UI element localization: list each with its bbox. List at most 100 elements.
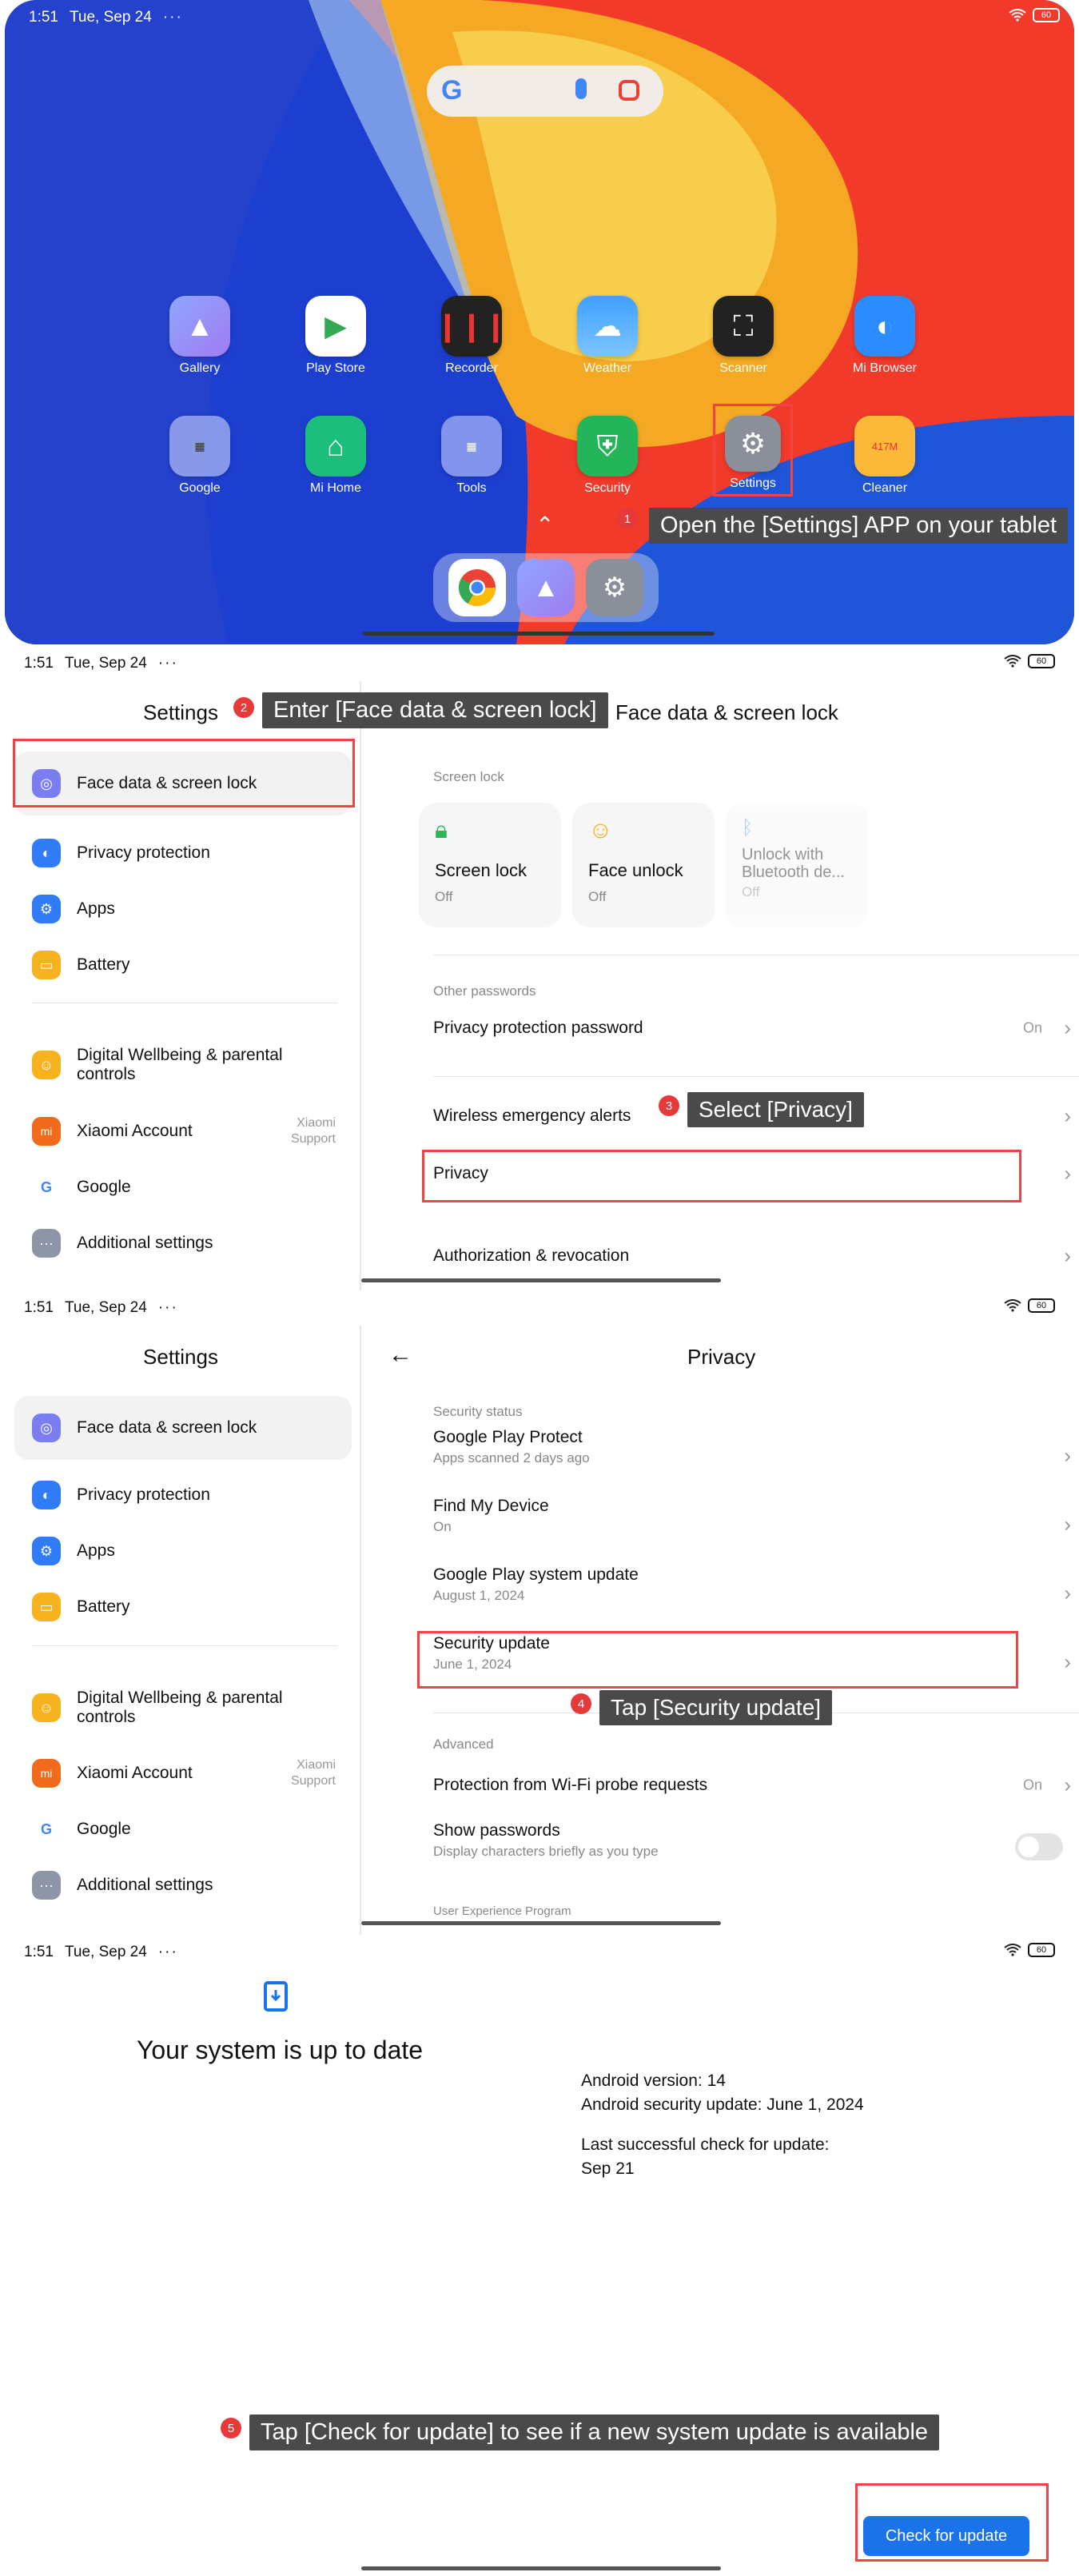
app-weather[interactable]: ☁ Weather [559,296,655,376]
other-passwords-label: Other passwords [433,983,536,999]
row-title: Google Play Protect [433,1428,583,1446]
sidebar-item-digital-wellbeing[interactable]: ☺ Digital Wellbeing & parental controls [14,1033,352,1097]
sidebar-item-label: Battery [77,955,130,974]
wellbeing-icon: ☺ [32,1051,61,1079]
app-mi-browser[interactable]: ◐ Mi Browser [837,296,933,376]
battery-icon: 60 [1028,1943,1055,1957]
sidebar-item-google[interactable]: G Google [14,1797,352,1861]
find-my-device-row[interactable]: Find My Device On › [433,1497,1079,1553]
app-label: Tools [456,481,487,495]
google-search-bar[interactable]: G [427,66,663,117]
show-passwords-row[interactable]: Show passwords Display characters briefl… [433,1821,1079,1872]
row-value: On [1022,1776,1042,1793]
privacy-protection-password-row[interactable]: Privacy protection password On › [433,1004,1079,1052]
chevron-up-icon[interactable]: ⌃ [536,512,554,538]
chevron-right-icon: › [1064,1243,1071,1268]
scanner-icon: ⛶ [713,296,774,357]
sidebar-item-label: Digital Wellbeing & parental controls [77,1689,283,1726]
app-label: Google [179,481,221,495]
status-time: 1:51 [24,1299,54,1316]
more-icon: ··· [32,1229,61,1258]
screen-lock-card[interactable]: 🔒︎ Screen lock Off [419,803,561,927]
show-passwords-toggle[interactable] [1015,1833,1063,1860]
step-5-badge: 5 [221,2418,241,2438]
wifi-icon [1009,9,1026,22]
app-recorder[interactable]: ❙❙❙ Recorder [424,296,520,376]
gallery-dock-icon[interactable]: ▲ [517,559,575,616]
status-date: Tue, Sep 24 [64,1299,147,1316]
home-indicator [361,1278,721,1282]
screen-lock-section-label: Screen lock [433,769,504,784]
battery-icon: 60 [1028,1298,1055,1313]
sidebar-item-apps[interactable]: ⚙ Apps [14,877,352,941]
app-security[interactable]: ⛨ Security [559,416,655,496]
privacy-icon: ◐ [32,839,61,867]
sidebar-item-label: Apps [77,899,115,918]
xiaomi-support-label: Xiaomi Support [290,1116,336,1146]
card-status: Off [588,889,607,904]
sidebar-item-additional-settings[interactable]: ··· Additional settings [14,1211,352,1275]
status-dots: ··· [162,9,183,26]
security-status-label: Security status [433,1404,523,1419]
chevron-right-icon: › [1064,1649,1071,1674]
advanced-label: Advanced [433,1737,494,1752]
card-status: Off [435,889,453,904]
settings-dock-icon[interactable]: ⚙ [586,559,643,616]
row-title: Protection from Wi-Fi probe requests [433,1776,708,1794]
face-unlock-card[interactable]: ☺ Face unlock Off [572,803,715,927]
sidebar-item-battery[interactable]: ▭ Battery [14,1575,352,1639]
app-label: Weather [583,361,632,375]
battery-icon: 60 [1028,654,1055,668]
home-indicator [363,632,715,636]
authorization-row[interactable]: Authorization & revocation › [433,1236,1079,1276]
system-update-panel: 1:51 Tue, Sep 24 ··· 60 Your system is u… [0,1935,1079,2576]
step-3-badge: 3 [659,1095,679,1116]
sidebar-item-label: Xiaomi Account [77,1122,193,1140]
play-store-icon: ▶ [305,296,366,357]
back-arrow-icon[interactable]: ← [388,1342,412,1369]
sidebar-item-label: Privacy protection [77,1485,210,1504]
chrome-icon[interactable] [448,559,506,616]
app-play-store[interactable]: ▶ Play Store [288,296,384,376]
app-label: Play Store [306,361,365,375]
row-title: Authorization & revocation [433,1246,630,1265]
sidebar-item-privacy-protection[interactable]: ◐ Privacy protection [14,1463,352,1527]
row-title: User Experience Program [433,1904,571,1918]
lens-icon[interactable] [619,80,639,101]
fingerprint-icon: ◎ [32,1414,61,1442]
sidebar-item-face-data[interactable]: ◎ Face data & screen lock [14,1396,352,1460]
app-cleaner[interactable]: 417M Cleaner [837,416,933,496]
row-subtitle: Apps scanned 2 days ago [433,1450,590,1465]
app-google-folder[interactable]: ▦ Google [152,416,248,496]
sidebar-item-xiaomi-account[interactable]: mi Xiaomi Account Xiaomi Support [14,1099,352,1163]
sidebar-item-battery[interactable]: ▭ Battery [14,933,352,997]
app-label: Cleaner [862,481,908,495]
mic-icon[interactable] [575,78,587,99]
google-play-protect-row[interactable]: Google Play Protect Apps scanned 2 days … [433,1428,1079,1484]
chevron-right-icon: › [1064,1512,1071,1537]
app-scanner[interactable]: ⛶ Scanner [695,296,791,376]
step-1-tooltip: Open the [Settings] APP on your tablet [649,508,1069,544]
status-time: 1:51 [24,1944,54,1960]
sidebar-item-privacy-protection[interactable]: ◐ Privacy protection [14,821,352,885]
sidebar-item-apps[interactable]: ⚙ Apps [14,1519,352,1583]
recorder-icon: ❙❙❙ [436,296,508,357]
sidebar-item-digital-wellbeing[interactable]: ☺ Digital Wellbeing & parental controls [14,1676,352,1740]
wifi-probe-row[interactable]: Protection from Wi-Fi probe requests On … [433,1765,1079,1805]
card-title: Face unlock [588,860,683,880]
card-title: Unlock with Bluetooth de... [742,846,845,881]
app-tools[interactable]: ▦ Tools [424,416,520,496]
sidebar-item-label: Additional settings [77,1876,213,1894]
weather-icon: ☁ [577,296,638,357]
privacy-panel: 1:51 Tue, Sep 24 ··· 60 Settings ◎ Face d… [0,1290,1079,1935]
sidebar-item-additional-settings[interactable]: ··· Additional settings [14,1853,352,1917]
app-gallery[interactable]: ▲ Gallery [152,296,248,376]
google-play-system-update-row[interactable]: Google Play system update August 1, 2024… [433,1565,1079,1621]
sidebar-item-xiaomi-account[interactable]: mi Xiaomi Account Xiaomi Support [14,1741,352,1805]
app-mi-home[interactable]: ⌂ Mi Home [288,416,384,496]
sidebar-item-google[interactable]: G Google [14,1155,352,1219]
browser-icon: ◐ [854,296,915,357]
mi-home-icon: ⌂ [305,416,366,477]
step-4-badge: 4 [571,1693,591,1714]
divider [433,1076,1079,1077]
